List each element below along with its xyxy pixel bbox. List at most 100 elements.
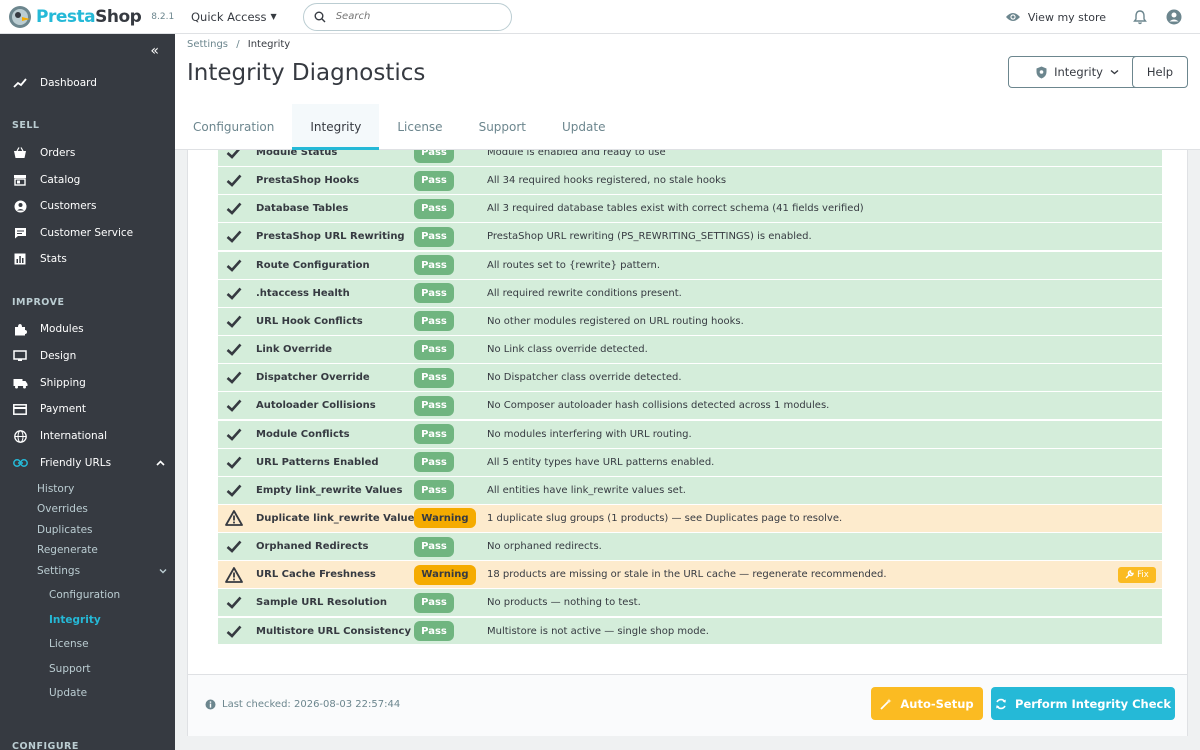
sidebar-item-label: Orders [40,147,76,159]
checkmark-icon [225,622,243,640]
sidebar-settings-integrity[interactable]: Integrity [49,614,101,626]
sidebar-item-stats[interactable]: Stats [0,246,175,272]
page-header: Settings / Integrity Integrity Diagnosti… [175,34,1200,150]
integrity-button-label: Integrity [1054,65,1103,79]
puffin-logo-icon [9,5,31,28]
tab-configuration[interactable]: Configuration [175,104,292,150]
check-row: PrestaShop Hooks Pass All 34 required hook… [218,167,1162,196]
sidebar-item-orders[interactable]: Orders [0,140,175,166]
integrity-dropdown-button[interactable]: Integrity [1008,56,1147,88]
quick-access-menu[interactable]: Quick Access ▼ [191,10,277,24]
sidebar-section-sell: SELL [12,120,40,131]
sidebar-item-label: Dashboard [40,77,97,89]
checkmark-icon [225,397,243,415]
perform-check-label: Perform Integrity Check [1015,696,1171,711]
check-row: Link Override Pass No Link class override … [218,336,1162,365]
globe-icon [12,428,28,444]
check-message: All required rewrite conditions present. [487,287,682,299]
tab-integrity[interactable]: Integrity [292,104,380,150]
check-message: Multistore is not active — single shop m… [487,625,709,637]
check-row: URL Cache Freshness Warning 18 products ar… [218,561,1162,590]
sidebar-item-catalog[interactable]: Catalog [0,167,175,193]
bell-icon[interactable] [1132,9,1148,25]
check-row: Multistore URL Consistency Pass Multistore… [218,617,1162,644]
sidebar-item-label: Modules [40,323,84,335]
search-box[interactable] [302,2,512,31]
info-icon [205,699,216,710]
check-row: Route Configuration Pass All routes set to… [218,251,1162,280]
check-name: Module Conflicts [256,428,350,440]
tab-update[interactable]: Update [544,104,623,150]
checkmark-icon [225,538,243,556]
status-badge: Pass [414,621,454,642]
caret-down-icon: ▼ [270,12,277,21]
credit-card-icon [12,401,28,417]
auto-setup-button[interactable]: Auto-Setup [871,687,983,720]
chevron-down-icon [1110,69,1119,75]
check-name: Dispatcher Override [256,372,370,384]
check-message: All 34 required hooks registered, no sta… [487,175,727,187]
sidebar-sub-history[interactable]: History [37,483,74,495]
sidebar-item-shipping[interactable]: Shipping [0,370,175,396]
status-badge: Pass [414,395,454,416]
perform-integrity-check-button[interactable]: Perform Integrity Check [991,687,1175,720]
account-circle-icon [12,198,28,214]
tab-license[interactable]: License [379,104,460,150]
status-badge: Pass [414,226,454,247]
collapse-sidebar-icon[interactable]: « [150,43,159,59]
sidebar-settings-license[interactable]: License [49,638,89,650]
warning-triangle-icon [225,566,243,584]
search-input[interactable] [335,11,486,22]
sidebar-settings-support[interactable]: Support [49,663,91,675]
sidebar-sub-duplicates[interactable]: Duplicates [37,524,93,536]
check-name: PrestaShop URL Rewriting [256,231,405,243]
breadcrumb-settings-link[interactable]: Settings [187,39,228,50]
checkmark-icon [225,150,243,162]
sidebar-item-dashboard[interactable]: Dashboard [0,70,175,96]
status-badge: Pass [414,283,454,304]
sidebar-item-label: Payment [40,403,86,415]
check-name: Link Override [256,344,333,356]
chat-icon [12,225,28,241]
sidebar-item-payment[interactable]: Payment [0,396,175,422]
sidebar-item-international[interactable]: International [0,423,175,449]
link-icon [12,455,28,471]
prestashop-logo[interactable]: PrestaShop 8.2.1 [0,0,175,34]
status-badge: Pass [414,255,454,276]
sidebar-item-modules[interactable]: Modules [0,316,175,342]
check-message: No Dispatcher class override detected. [487,372,682,384]
status-badge: Pass [414,198,454,219]
checkmark-icon [225,200,243,218]
fix-button[interactable]: Fix [1118,566,1156,583]
status-badge: Pass [414,424,454,444]
check-name: Multistore URL Consistency [256,625,411,637]
checkmark-icon [225,256,243,274]
check-list[interactable]: Module Status Pass Module is enabled and r… [218,150,1162,644]
checkmark-icon [225,341,243,359]
checkmark-icon [225,172,243,190]
sidebar-settings-update[interactable]: Update [49,687,87,699]
search-icon [314,11,326,22]
tab-support[interactable]: Support [461,104,544,150]
sidebar-item-design[interactable]: Design [0,343,175,369]
checkmark-icon [225,312,243,330]
check-message: No orphaned redirects. [487,541,602,553]
truck-icon [12,375,28,391]
sidebar-sub-settings[interactable]: Settings [37,565,167,577]
sidebar-sub-regenerate[interactable]: Regenerate [37,544,98,556]
help-button[interactable]: Help [1132,56,1188,88]
sidebar-item-customer-service[interactable]: Customer Service [0,220,175,246]
sidebar-item-customers[interactable]: Customers [0,193,175,219]
status-badge: Pass [414,150,454,163]
sidebar-item-friendly-urls[interactable]: Friendly URLs [0,450,175,476]
sidebar-settings-configuration[interactable]: Configuration [49,589,120,601]
sidebar-sub-overrides[interactable]: Overrides [37,503,88,515]
view-my-store-link[interactable]: View my store [1005,11,1106,24]
account-icon[interactable] [1166,9,1182,25]
sidebar-item-label: Catalog [40,174,81,186]
breadcrumb: Settings / Integrity [187,39,290,50]
checkmark-icon [225,228,243,246]
checkmark-icon [225,284,243,302]
sidebar: « Dashboard SELL Orders Catalog Customer… [0,34,175,750]
basket-icon [12,145,28,161]
